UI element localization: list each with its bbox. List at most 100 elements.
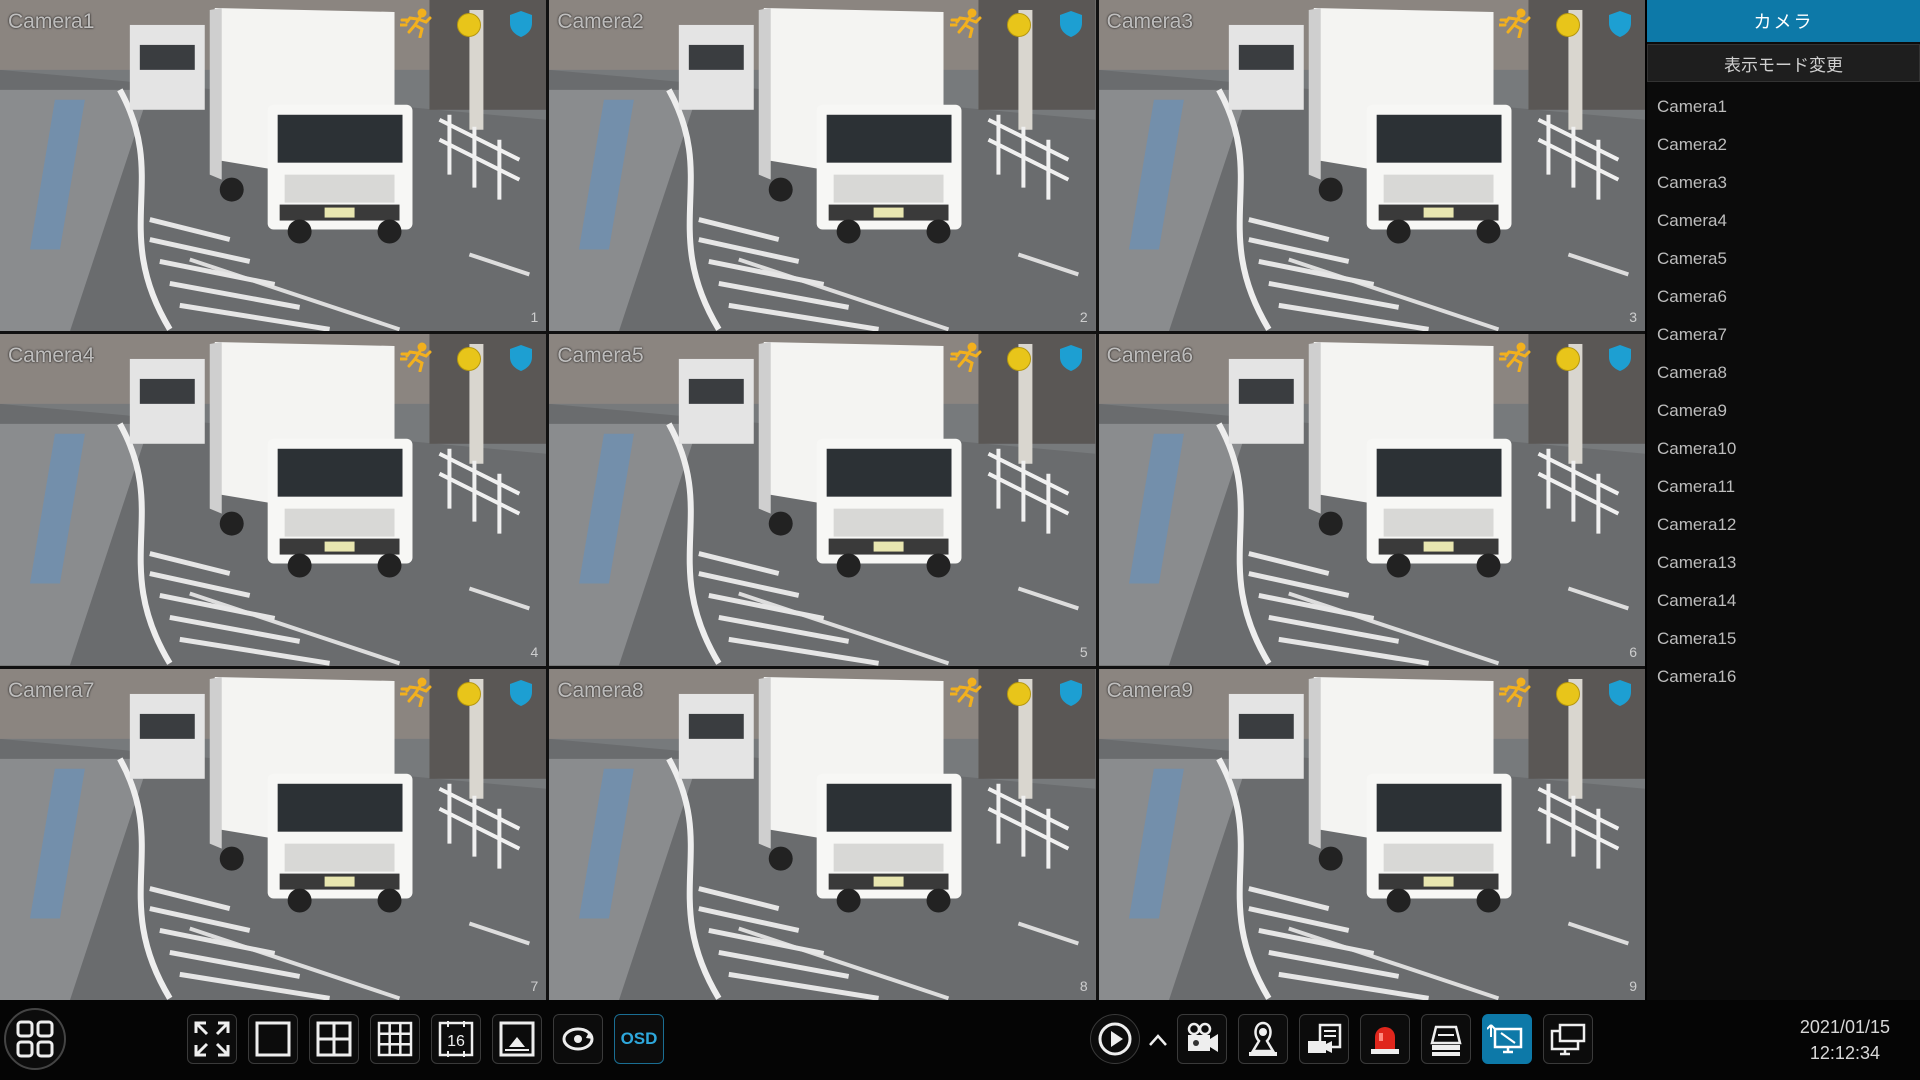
camera-feed <box>0 668 547 1000</box>
camera-title: Camera1 <box>8 10 95 33</box>
tile-number: 6 <box>1629 643 1637 660</box>
alarm-status-icon <box>457 681 482 706</box>
ptz-button[interactable] <box>1238 1014 1288 1064</box>
alarm-status-icon <box>1555 13 1580 37</box>
manual-record-button[interactable] <box>1177 1014 1227 1064</box>
camera-list-item[interactable]: Camera3 <box>1647 164 1920 202</box>
camera-feed <box>0 334 547 666</box>
layout-9-button[interactable] <box>370 1014 420 1064</box>
monitor-button[interactable] <box>1543 1014 1593 1064</box>
shield-icon <box>1059 345 1082 372</box>
camera-list-item[interactable]: Camera10 <box>1647 430 1920 468</box>
motion-detect-icon <box>1498 677 1531 707</box>
camera-list-item[interactable]: Camera4 <box>1647 202 1920 240</box>
camera-tile[interactable]: Camera3 3 <box>1098 0 1645 332</box>
camera-list-item[interactable]: Camera6 <box>1647 278 1920 316</box>
sequence-icon <box>562 1027 594 1051</box>
camera-feed <box>549 334 1096 666</box>
camera-list-item[interactable]: Camera13 <box>1647 544 1920 582</box>
shield-icon <box>1059 11 1082 37</box>
shield-icon <box>1608 11 1631 37</box>
camera-title: Camera8 <box>557 678 644 702</box>
pip-button[interactable] <box>492 1014 542 1064</box>
tile-number: 4 <box>530 643 539 660</box>
pip-icon <box>499 1021 535 1057</box>
camera-list-item[interactable]: Camera16 <box>1647 658 1920 696</box>
display-mode-button[interactable]: 表示モード変更 <box>1647 44 1920 82</box>
camera-list-item[interactable]: Camera11 <box>1647 468 1920 506</box>
motion-detect-icon <box>400 8 432 38</box>
camera-feed <box>549 668 1096 1000</box>
disk-icon <box>1430 1025 1462 1056</box>
layout-16-icon: 16 <box>438 1021 474 1057</box>
tile-number: 8 <box>1079 978 1088 994</box>
motion-detect-icon <box>400 677 432 707</box>
motion-detect-icon <box>1498 342 1531 373</box>
record-camera-icon <box>1187 1022 1218 1052</box>
chevron-up-icon <box>1149 1034 1167 1046</box>
tile-number: 7 <box>530 978 539 994</box>
camera-title: Camera7 <box>8 678 95 702</box>
ptz-icon <box>1249 1021 1277 1056</box>
motion-detect-icon <box>949 8 982 38</box>
panel-title[interactable]: カメラ <box>1647 0 1920 42</box>
camera-list: Camera1 Camera2 Camera3 Camera4 Camera5 Camer… <box>1647 82 1920 696</box>
layout-16-button[interactable]: 16 <box>431 1014 481 1064</box>
network-button[interactable] <box>1482 1014 1532 1064</box>
sequence-button[interactable] <box>553 1014 603 1064</box>
alarm-light-icon <box>1371 1027 1399 1054</box>
layout-9-icon <box>377 1021 413 1057</box>
layout-1-icon <box>255 1021 291 1057</box>
camera-tile[interactable]: Camera6 6 <box>1098 334 1645 666</box>
playback-icon <box>1098 1022 1132 1056</box>
disk-button[interactable] <box>1421 1014 1471 1064</box>
main-menu-button[interactable] <box>4 1008 66 1070</box>
snapshot-button[interactable] <box>1299 1014 1349 1064</box>
camera-list-item[interactable]: Camera14 <box>1647 582 1920 620</box>
layout-4-button[interactable] <box>309 1014 359 1064</box>
motion-detect-icon <box>949 342 982 373</box>
camera-feed <box>1098 334 1645 666</box>
camera-tile[interactable]: Camera7 7 <box>0 668 547 1000</box>
tile-number: 1 <box>530 309 539 326</box>
camera-tile[interactable]: Camera8 8 <box>549 668 1096 1000</box>
camera-tile[interactable]: Camera5 5 <box>549 334 1096 666</box>
layout-4-icon <box>316 1021 352 1057</box>
camera-feed <box>549 0 1096 332</box>
layout-16-label: 16 <box>447 1033 465 1050</box>
clock-time: 12:12:34 <box>1809 1043 1880 1063</box>
fullscreen-icon <box>194 1021 230 1057</box>
shield-icon <box>510 11 533 37</box>
layout-1-button[interactable] <box>248 1014 298 1064</box>
camera-title: Camera3 <box>1106 10 1194 33</box>
osd-label: OSD <box>620 1029 658 1048</box>
camera-tile[interactable]: Camera2 2 <box>549 0 1096 332</box>
osd-button[interactable]: OSD <box>614 1014 664 1064</box>
bottom-toolbar: 16 OSD 2021/01/15 12:12:34 <box>0 1000 1920 1080</box>
camera-tile[interactable]: Camera4 4 <box>0 334 547 666</box>
camera-list-item[interactable]: Camera7 <box>1647 316 1920 354</box>
motion-detect-icon <box>949 677 982 707</box>
shield-icon <box>1059 679 1082 706</box>
camera-list-item[interactable]: Camera5 <box>1647 240 1920 278</box>
playback-button[interactable] <box>1090 1014 1140 1064</box>
snapshot-icon <box>1308 1023 1342 1053</box>
camera-list-item[interactable]: Camera12 <box>1647 506 1920 544</box>
alarm-status-icon <box>1555 681 1580 706</box>
expand-up-button[interactable] <box>1145 1022 1171 1058</box>
fullscreen-button[interactable] <box>187 1014 237 1064</box>
clock: 2021/01/15 12:12:34 <box>1800 1014 1890 1066</box>
camera-list-item[interactable]: Camera1 <box>1647 88 1920 126</box>
camera-feed <box>0 0 547 332</box>
alarm-button[interactable] <box>1360 1014 1410 1064</box>
tile-number: 3 <box>1629 309 1637 326</box>
alarm-status-icon <box>1006 347 1031 372</box>
camera-list-item[interactable]: Camera2 <box>1647 126 1920 164</box>
camera-tile[interactable]: Camera1 1 <box>0 0 547 332</box>
camera-list-item[interactable]: Camera15 <box>1647 620 1920 658</box>
camera-list-item[interactable]: Camera9 <box>1647 392 1920 430</box>
camera-tile[interactable]: Camera9 9 <box>1098 668 1645 1000</box>
camera-grid: Camera1 1 Camera2 2 Camera3 3 Camera4 4 … <box>0 0 1645 1000</box>
alarm-status-icon <box>1006 13 1031 37</box>
camera-list-item[interactable]: Camera8 <box>1647 354 1920 392</box>
